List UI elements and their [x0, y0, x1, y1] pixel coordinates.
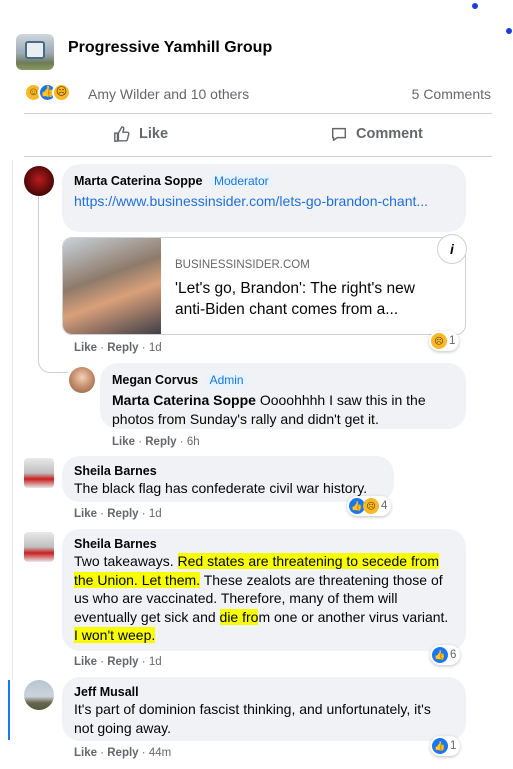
reply-bubble: Megan Corvus Admin Marta Caterina Soppe … [100, 363, 466, 429]
like-emoji-icon: 👍 [432, 647, 448, 663]
comment-time[interactable]: 1d [149, 342, 162, 354]
comment-time[interactable]: 1d [149, 508, 162, 520]
comment-reply-link[interactable]: Reply [107, 508, 138, 520]
reaction-icons[interactable]: ☺ 👍 ☹ [24, 83, 84, 103]
highlighted-text: die fro [219, 608, 259, 625]
link-title: 'Let's go, Brandon': The right's new ant… [175, 280, 415, 318]
comment-author[interactable]: Sheila Barnes [74, 537, 454, 551]
comment-author[interactable]: Sheila Barnes [74, 464, 382, 478]
reaction-count-pill[interactable]: 👍 6 [430, 645, 461, 665]
mention-tag[interactable]: Marta Caterina Soppe [112, 392, 256, 408]
comment-reply-link[interactable]: Reply [107, 656, 138, 668]
reaction-count: 1 [449, 335, 456, 347]
admin-badge: Admin [205, 373, 248, 387]
decorative-dot [472, 3, 478, 9]
highlighted-text: I won't weep. [74, 627, 156, 643]
comment-text: It's part of dominion fascist thinking, … [74, 701, 431, 736]
comment-meta: Like · Reply · 44m [74, 747, 172, 759]
moderator-badge: Moderator [209, 174, 273, 188]
comment-like-link[interactable]: Like [112, 436, 135, 448]
comment-author[interactable]: Jeff Musall [74, 685, 454, 699]
comment-text: Two takeaways. [74, 553, 178, 569]
info-icon[interactable]: i [437, 234, 467, 264]
sad-emoji-icon: ☹ [52, 83, 71, 102]
avatar[interactable] [69, 367, 95, 393]
comment-meta: Like · Reply · 6h [112, 436, 200, 448]
like-emoji-icon: 👍 [432, 738, 448, 754]
divider [24, 113, 492, 114]
thumbs-up-icon [114, 126, 130, 142]
link-preview-image [63, 238, 161, 334]
sad-emoji-icon: ☹ [363, 498, 379, 514]
reaction-count: 1 [450, 740, 457, 752]
avatar[interactable] [24, 458, 54, 488]
avatar[interactable] [24, 680, 54, 710]
comment-bubble-icon [331, 127, 347, 142]
comment-link[interactable]: https://www.businessinsider.com/lets-go-… [74, 192, 434, 211]
comment-reply-link[interactable]: Reply [107, 342, 138, 354]
comment-author[interactable]: Megan Corvus [112, 373, 198, 387]
group-avatar[interactable] [16, 34, 54, 70]
comment-time[interactable]: 44m [149, 747, 171, 759]
comment-meta: Like · Reply · 1d [74, 508, 162, 520]
comment-bubble: Sheila Barnes The black flag has confede… [62, 456, 394, 502]
comment-like-link[interactable]: Like [74, 747, 97, 759]
comment-text: m one or another virus variant. [258, 608, 449, 625]
comment-time[interactable]: 6h [187, 436, 200, 448]
avatar[interactable] [24, 166, 54, 196]
comment-bubble: Marta Caterina Soppe Moderator https://w… [62, 164, 466, 232]
reaction-summary[interactable]: Amy Wilder and 10 others [88, 86, 249, 102]
decorative-dot [506, 28, 512, 34]
like-button[interactable]: Like [113, 125, 168, 143]
link-preview-card[interactable]: BUSINESSINSIDER.COM 'Let's go, Brandon':… [62, 237, 466, 335]
comments-count[interactable]: 5 Comments [412, 86, 491, 102]
comment-like-link[interactable]: Like [74, 508, 97, 520]
reaction-count-pill[interactable]: 👍 1 [430, 736, 461, 756]
comment-like-link[interactable]: Like [74, 656, 97, 668]
comment-reply-link[interactable]: Reply [145, 436, 176, 448]
comment-text: The black flag has confederate civil war… [74, 480, 368, 496]
new-comment-indicator [8, 680, 10, 740]
thread-border [12, 160, 13, 680]
reaction-count-pill[interactable]: ☹ 1 [429, 331, 460, 351]
comment-author[interactable]: Marta Caterina Soppe [74, 174, 203, 188]
comment-bubble: Jeff Musall It's part of dominion fascis… [62, 677, 466, 741]
avatar[interactable] [24, 532, 54, 562]
comment-button[interactable]: Comment [330, 125, 423, 143]
reaction-count: 6 [450, 649, 457, 661]
comment-meta: Like · Reply · 1d [74, 342, 162, 354]
sad-emoji-icon: ☹ [431, 333, 447, 349]
comment-time[interactable]: 1d [149, 656, 162, 668]
comment-like-link[interactable]: Like [74, 342, 97, 354]
reaction-count: 4 [381, 500, 388, 512]
comment-reply-link[interactable]: Reply [107, 747, 138, 759]
divider [24, 156, 492, 157]
link-domain: BUSINESSINSIDER.COM [175, 259, 310, 271]
reaction-count-pill[interactable]: 👍 ☹ 4 [347, 496, 392, 516]
comment-meta: Like · Reply · 1d [74, 656, 162, 668]
comment-bubble: Sheila Barnes Two takeaways. Red states … [62, 529, 466, 651]
group-title[interactable]: Progressive Yamhill Group [68, 39, 272, 57]
comment-button-label: Comment [356, 126, 423, 142]
like-button-label: Like [139, 126, 169, 142]
